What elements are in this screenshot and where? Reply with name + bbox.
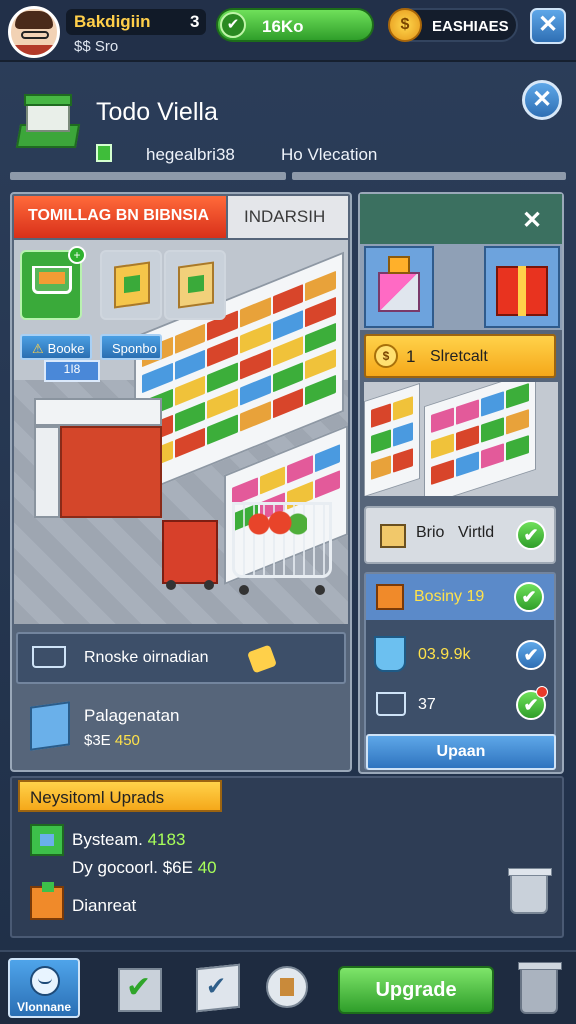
cart-icon xyxy=(32,646,66,668)
store-info-right: Ho Vlecation xyxy=(281,145,378,164)
tasks-check-icon[interactable] xyxy=(118,968,162,1012)
preview-shelf-left xyxy=(364,382,420,496)
crate-item-card[interactable] xyxy=(164,250,226,320)
quest-text-1: Brio xyxy=(416,524,445,541)
list-item[interactable]: Bosiny 19 ✔ xyxy=(366,574,554,620)
player-avatar[interactable] xyxy=(8,6,60,58)
system-box-icon xyxy=(30,824,64,856)
timer-icon[interactable] xyxy=(266,966,308,1008)
close-store-button[interactable]: ✕ xyxy=(522,80,562,120)
plus-icon: + xyxy=(68,246,86,264)
clipboard-icon[interactable] xyxy=(196,963,240,1013)
crate-icon xyxy=(30,882,64,920)
close-game-button[interactable]: ✕ xyxy=(530,8,566,44)
books-label: Booke xyxy=(47,341,85,356)
coin-icon: $ xyxy=(374,344,398,368)
check-icon[interactable]: ✔ xyxy=(514,582,544,612)
upgrade-panel-button[interactable]: Upaan xyxy=(366,734,556,770)
box-item-card[interactable] xyxy=(100,250,162,320)
gift-box-card[interactable] xyxy=(364,246,434,328)
home-label: Vlonnane xyxy=(16,1000,71,1014)
gift-present-card[interactable] xyxy=(484,246,560,328)
close-rewards-button[interactable]: ✕ xyxy=(522,206,542,235)
coins-pill[interactable]: $ EASHIAES xyxy=(388,8,518,42)
store-info-left: hegealbri38 xyxy=(146,145,235,164)
gift-cube-icon xyxy=(378,272,420,312)
trash-icon[interactable] xyxy=(508,868,552,914)
crate-icon xyxy=(178,261,214,309)
upgrade-button[interactable]: Upgrade xyxy=(338,966,494,1014)
cup-icon xyxy=(374,636,406,672)
quest-card[interactable]: Brio Virtld ✔ xyxy=(364,506,556,564)
home-button[interactable]: Vlonnane xyxy=(8,958,80,1018)
check-icon[interactable]: ✔ xyxy=(516,520,546,550)
mascot-icon xyxy=(30,966,60,996)
cart-item-card[interactable]: + xyxy=(20,246,86,320)
upgrade-line-1[interactable]: Bysteam. 4183 xyxy=(72,830,185,850)
upgrade-line-2[interactable]: Dy gocoorl. $6E 40 xyxy=(72,858,217,878)
warning-icon: ⚠ xyxy=(32,341,44,356)
check-icon: ✔ xyxy=(220,12,246,38)
reward-number: 1 xyxy=(406,347,416,366)
quest-text-2: Virtld xyxy=(458,524,495,541)
box-icon xyxy=(376,584,404,610)
status-flag-icon xyxy=(96,144,112,162)
player-sub-currency: $$ Sro xyxy=(74,38,119,55)
reward-text: Slretcalt xyxy=(430,348,488,365)
list-item-value: 03.9.9k xyxy=(418,646,471,663)
cart-icon xyxy=(376,692,406,716)
player-name: Bakdigiin xyxy=(74,12,151,31)
promo-text: Rnoske oirnadian xyxy=(84,649,209,666)
shopping-trolley[interactable] xyxy=(232,502,332,595)
list-item-text: Bosiny 19 xyxy=(414,588,485,605)
counter-sign: 1I8 xyxy=(44,360,100,382)
books-button[interactable]: ⚠ Booke xyxy=(20,334,92,360)
store-title: Todo Viella xyxy=(96,98,218,126)
price-tag-icon xyxy=(246,644,278,674)
store-building-icon xyxy=(15,92,81,152)
shop-preview[interactable] xyxy=(364,382,558,496)
promo-row[interactable]: Rnoske oirnadian xyxy=(16,632,346,684)
tab-inventory[interactable]: INDARSIH xyxy=(228,196,348,238)
cash-pill[interactable]: ✔ 16Ko xyxy=(216,8,374,42)
cart-icon xyxy=(32,266,72,294)
upgrades-header: Neysitoml Uprads xyxy=(18,780,222,812)
package-icon xyxy=(30,701,70,751)
tab-store-business[interactable]: TOMILLAG BN BIBNSIA xyxy=(14,196,226,238)
check-icon[interactable]: ✔ xyxy=(516,686,548,720)
sponsors-button[interactable]: Sponbo xyxy=(100,334,162,360)
cash-value: 16Ko xyxy=(262,17,304,36)
daily-reward-bar[interactable]: $ 1 Slretcalt xyxy=(364,334,556,378)
handshake-icon xyxy=(380,524,406,548)
divider-left xyxy=(10,172,286,180)
box-icon xyxy=(114,261,150,309)
package-price: $3E 450 xyxy=(84,732,140,749)
checkout-counter[interactable]: 1I8 xyxy=(34,360,162,538)
notification-dot xyxy=(536,686,548,698)
package-title: Palagenatan xyxy=(84,706,180,725)
check-icon[interactable]: ✔ xyxy=(516,640,546,670)
player-level: 3 xyxy=(190,12,200,31)
divider-right xyxy=(292,172,566,180)
red-basket[interactable] xyxy=(162,520,218,590)
list-item-value: 37 xyxy=(418,696,436,713)
coins-label: EASHIAES xyxy=(432,18,509,35)
upgrade-line-3[interactable]: Dianreat xyxy=(72,896,136,916)
trash-icon[interactable] xyxy=(518,962,562,1014)
coin-icon: $ xyxy=(388,8,422,42)
preview-shelf-right xyxy=(424,382,536,496)
